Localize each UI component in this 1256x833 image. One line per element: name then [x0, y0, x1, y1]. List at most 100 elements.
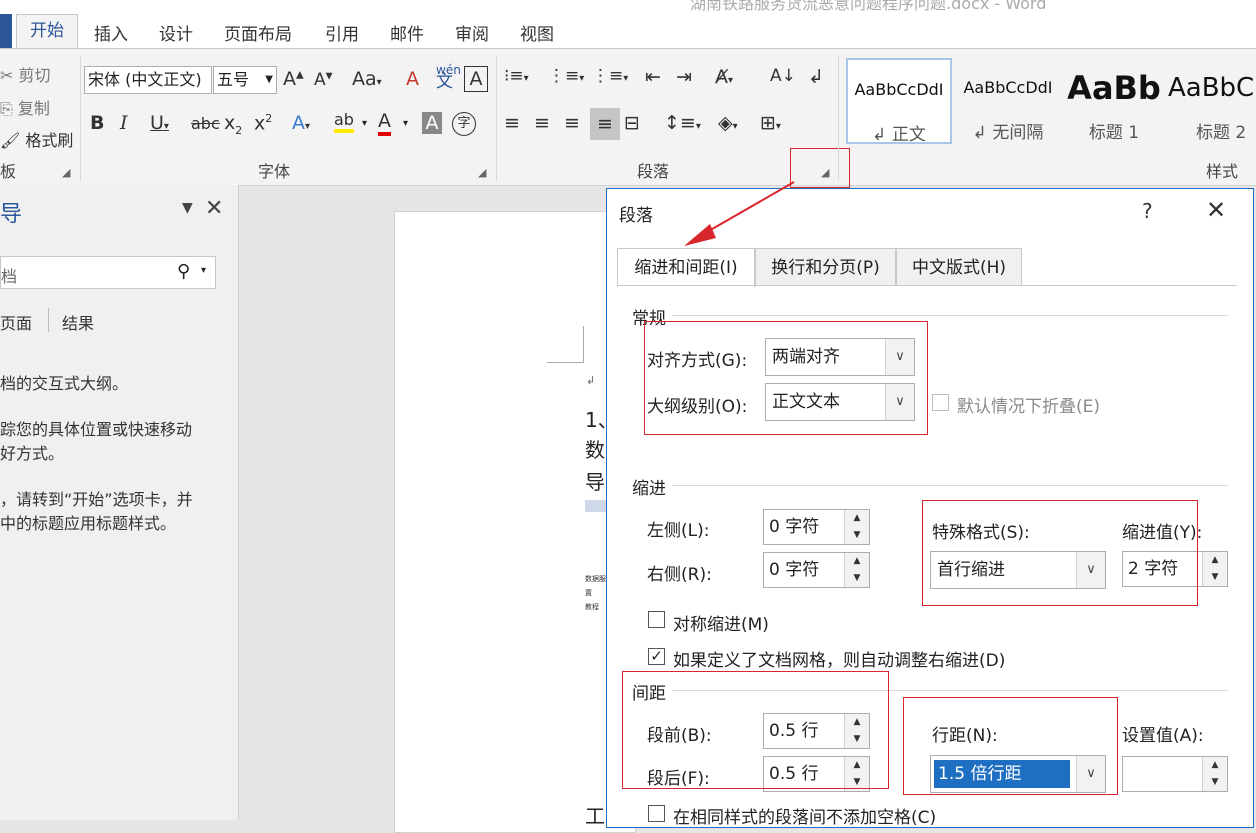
align-center-icon[interactable]: ≡ — [534, 112, 550, 134]
auto-right-indent-checkbox[interactable]: ✓ — [648, 648, 665, 665]
spin-up-icon[interactable]: ▲ — [844, 510, 869, 528]
copy-icon: ⎘ — [0, 99, 13, 118]
margin-mark — [583, 326, 584, 362]
style-normal[interactable]: AaBbCcDdI ↲ 正文 — [846, 58, 952, 145]
chevron-down-icon[interactable]: ▼ — [182, 200, 193, 216]
text-effects-icon[interactable]: A▾ — [292, 112, 310, 134]
section-indentation: 缩进 — [632, 479, 666, 499]
strikethrough-icon[interactable]: abc — [191, 114, 220, 133]
document-page[interactable] — [394, 211, 636, 833]
tab-line-page-breaks[interactable]: 换行和分页(P) — [755, 248, 896, 286]
font-color-icon[interactable]: A — [378, 110, 391, 136]
tab-references[interactable]: 引用 — [325, 20, 359, 45]
indent-left-spinner[interactable]: 0 字符 ▲ ▼ — [763, 509, 870, 545]
tab-indent-spacing[interactable]: 缩进和间距(I) — [617, 248, 755, 287]
nav-tab-results[interactable]: 结果 — [62, 310, 94, 334]
phonetic-guide-icon[interactable]: wén 文 — [436, 64, 461, 91]
sort-icon[interactable]: A↓ — [770, 66, 796, 86]
group-separator — [496, 56, 497, 180]
auto-right-indent-label: 如果定义了文档网格，则自动调整右缩进(D) — [673, 651, 1006, 671]
character-border-icon[interactable]: A — [464, 66, 488, 92]
copy-button[interactable]: ⎘ 复制 — [0, 95, 50, 119]
shading-icon[interactable]: ◈▾ — [718, 112, 738, 134]
tab-view[interactable]: 视图 — [520, 20, 554, 45]
bullets-icon[interactable]: ⁝≡▾ — [504, 66, 529, 86]
font-launcher-icon[interactable]: ◢ — [478, 166, 486, 179]
spin-down-icon[interactable]: ▼ — [844, 570, 869, 587]
tab-review[interactable]: 审阅 — [455, 20, 489, 45]
justify-icon[interactable]: ≡ — [590, 108, 620, 140]
scissors-icon: ✂ — [0, 66, 14, 85]
spin-up-icon[interactable]: ▲ — [1202, 757, 1227, 775]
style-heading-1[interactable]: AaBb 标题 1 — [1062, 58, 1166, 144]
spin-down-icon[interactable]: ▼ — [844, 527, 869, 544]
collapse-checkbox[interactable] — [932, 394, 949, 411]
spin-up-icon[interactable]: ▲ — [1202, 552, 1227, 570]
doc-image — [585, 500, 607, 512]
subscript-icon[interactable]: x2 — [224, 112, 242, 137]
annotation-arrow-line — [699, 181, 795, 237]
annotation-box-special — [922, 500, 1198, 606]
doc-mini-text: 教程 — [585, 603, 599, 611]
line-spacing-icon[interactable]: ↕≡▾ — [664, 112, 701, 134]
chevron-down-icon[interactable]: ▾ — [201, 265, 206, 276]
chevron-down-icon[interactable]: ▾ — [403, 118, 408, 129]
nav-hint-line: ，请转到“开始”选项卡，并 — [0, 490, 193, 509]
increase-indent-icon[interactable]: ⇥ — [676, 66, 692, 88]
font-name-combo[interactable]: 宋体 (中文正文) — [84, 66, 212, 94]
decrease-indent-icon[interactable]: ⇤ — [645, 66, 661, 88]
clipboard-launcher-icon[interactable]: ◢ — [62, 166, 70, 179]
margin-mark — [547, 362, 584, 363]
change-case-icon[interactable]: Aa▾ — [352, 68, 382, 90]
tab-mailings[interactable]: 邮件 — [390, 20, 424, 45]
font-size-combo[interactable]: 五号 ▼ — [213, 66, 277, 94]
enclose-character-icon[interactable]: 字 — [452, 112, 476, 136]
no-space-same-style-checkbox[interactable] — [648, 805, 665, 822]
show-marks-icon[interactable]: ↲ — [808, 66, 824, 88]
superscript-icon[interactable]: x2 — [254, 112, 272, 134]
clear-format-icon[interactable]: A — [406, 68, 419, 90]
annotation-box-line-spacing — [903, 697, 1118, 795]
character-shading-icon[interactable]: A — [422, 112, 442, 134]
multilevel-list-icon[interactable]: ⋮≡▾ — [592, 66, 628, 86]
mirror-indent-checkbox[interactable] — [648, 611, 665, 628]
dialog-title: 段落 — [619, 206, 653, 226]
spin-up-icon[interactable]: ▲ — [844, 553, 869, 571]
spin-down-icon[interactable]: ▼ — [1202, 569, 1227, 586]
dialog-close-icon[interactable]: ✕ — [1206, 196, 1226, 224]
borders-icon[interactable]: ⊞▾ — [760, 112, 781, 134]
tab-layout[interactable]: 页面布局 — [224, 20, 292, 45]
indent-right-spinner[interactable]: 0 字符 ▲ ▼ — [763, 552, 870, 588]
align-right-icon[interactable]: ≡ — [564, 112, 580, 134]
indent-right-label: 右侧(R): — [647, 565, 712, 585]
italic-icon[interactable]: I — [120, 112, 128, 134]
nav-search-input[interactable]: 档 ⚲ ▾ — [0, 256, 216, 289]
tab-insert[interactable]: 插入 — [94, 20, 128, 45]
tab-design[interactable]: 设计 — [159, 20, 193, 45]
align-left-icon[interactable]: ≡ — [504, 112, 520, 134]
help-button[interactable]: ? — [1142, 199, 1153, 223]
bold-icon[interactable]: B — [90, 112, 104, 134]
line-spacing-at-spinner[interactable]: ▲ ▼ — [1122, 756, 1228, 792]
nav-tab-pages[interactable]: 页面 — [0, 310, 32, 334]
shrink-font-icon[interactable]: A▼ — [314, 70, 333, 90]
style-no-spacing[interactable]: AaBbCcDdI ↲ 无间隔 — [956, 58, 1060, 144]
underline-icon[interactable]: U▾ — [150, 112, 169, 134]
chevron-down-icon[interactable]: ▾ — [362, 118, 367, 129]
format-painter-button[interactable]: 🖌 格式刷 — [0, 127, 73, 151]
close-icon[interactable]: ✕ — [205, 196, 223, 221]
spin-down-icon[interactable]: ▼ — [1202, 774, 1227, 791]
grow-font-icon[interactable]: A▲ — [283, 68, 304, 90]
tab-home[interactable]: 开始 — [16, 14, 78, 48]
file-tab[interactable] — [0, 14, 12, 48]
highlight-icon[interactable]: ab — [334, 110, 354, 133]
style-heading-2[interactable]: AaBbC 标题 2 — [1168, 58, 1256, 144]
chevron-down-icon: ▼ — [265, 74, 273, 85]
distributed-icon[interactable]: ⊟ — [624, 112, 640, 134]
asian-layout-icon[interactable]: Ⱥ▾ — [715, 66, 733, 88]
tab-asian-typography[interactable]: 中文版式(H) — [896, 248, 1022, 286]
numbering-icon[interactable]: ⋮≡▾ — [548, 66, 584, 86]
cut-button[interactable]: ✂ 剪切 — [0, 62, 51, 86]
search-icon[interactable]: ⚲ — [177, 261, 190, 282]
brush-icon: 🖌 — [0, 131, 21, 150]
